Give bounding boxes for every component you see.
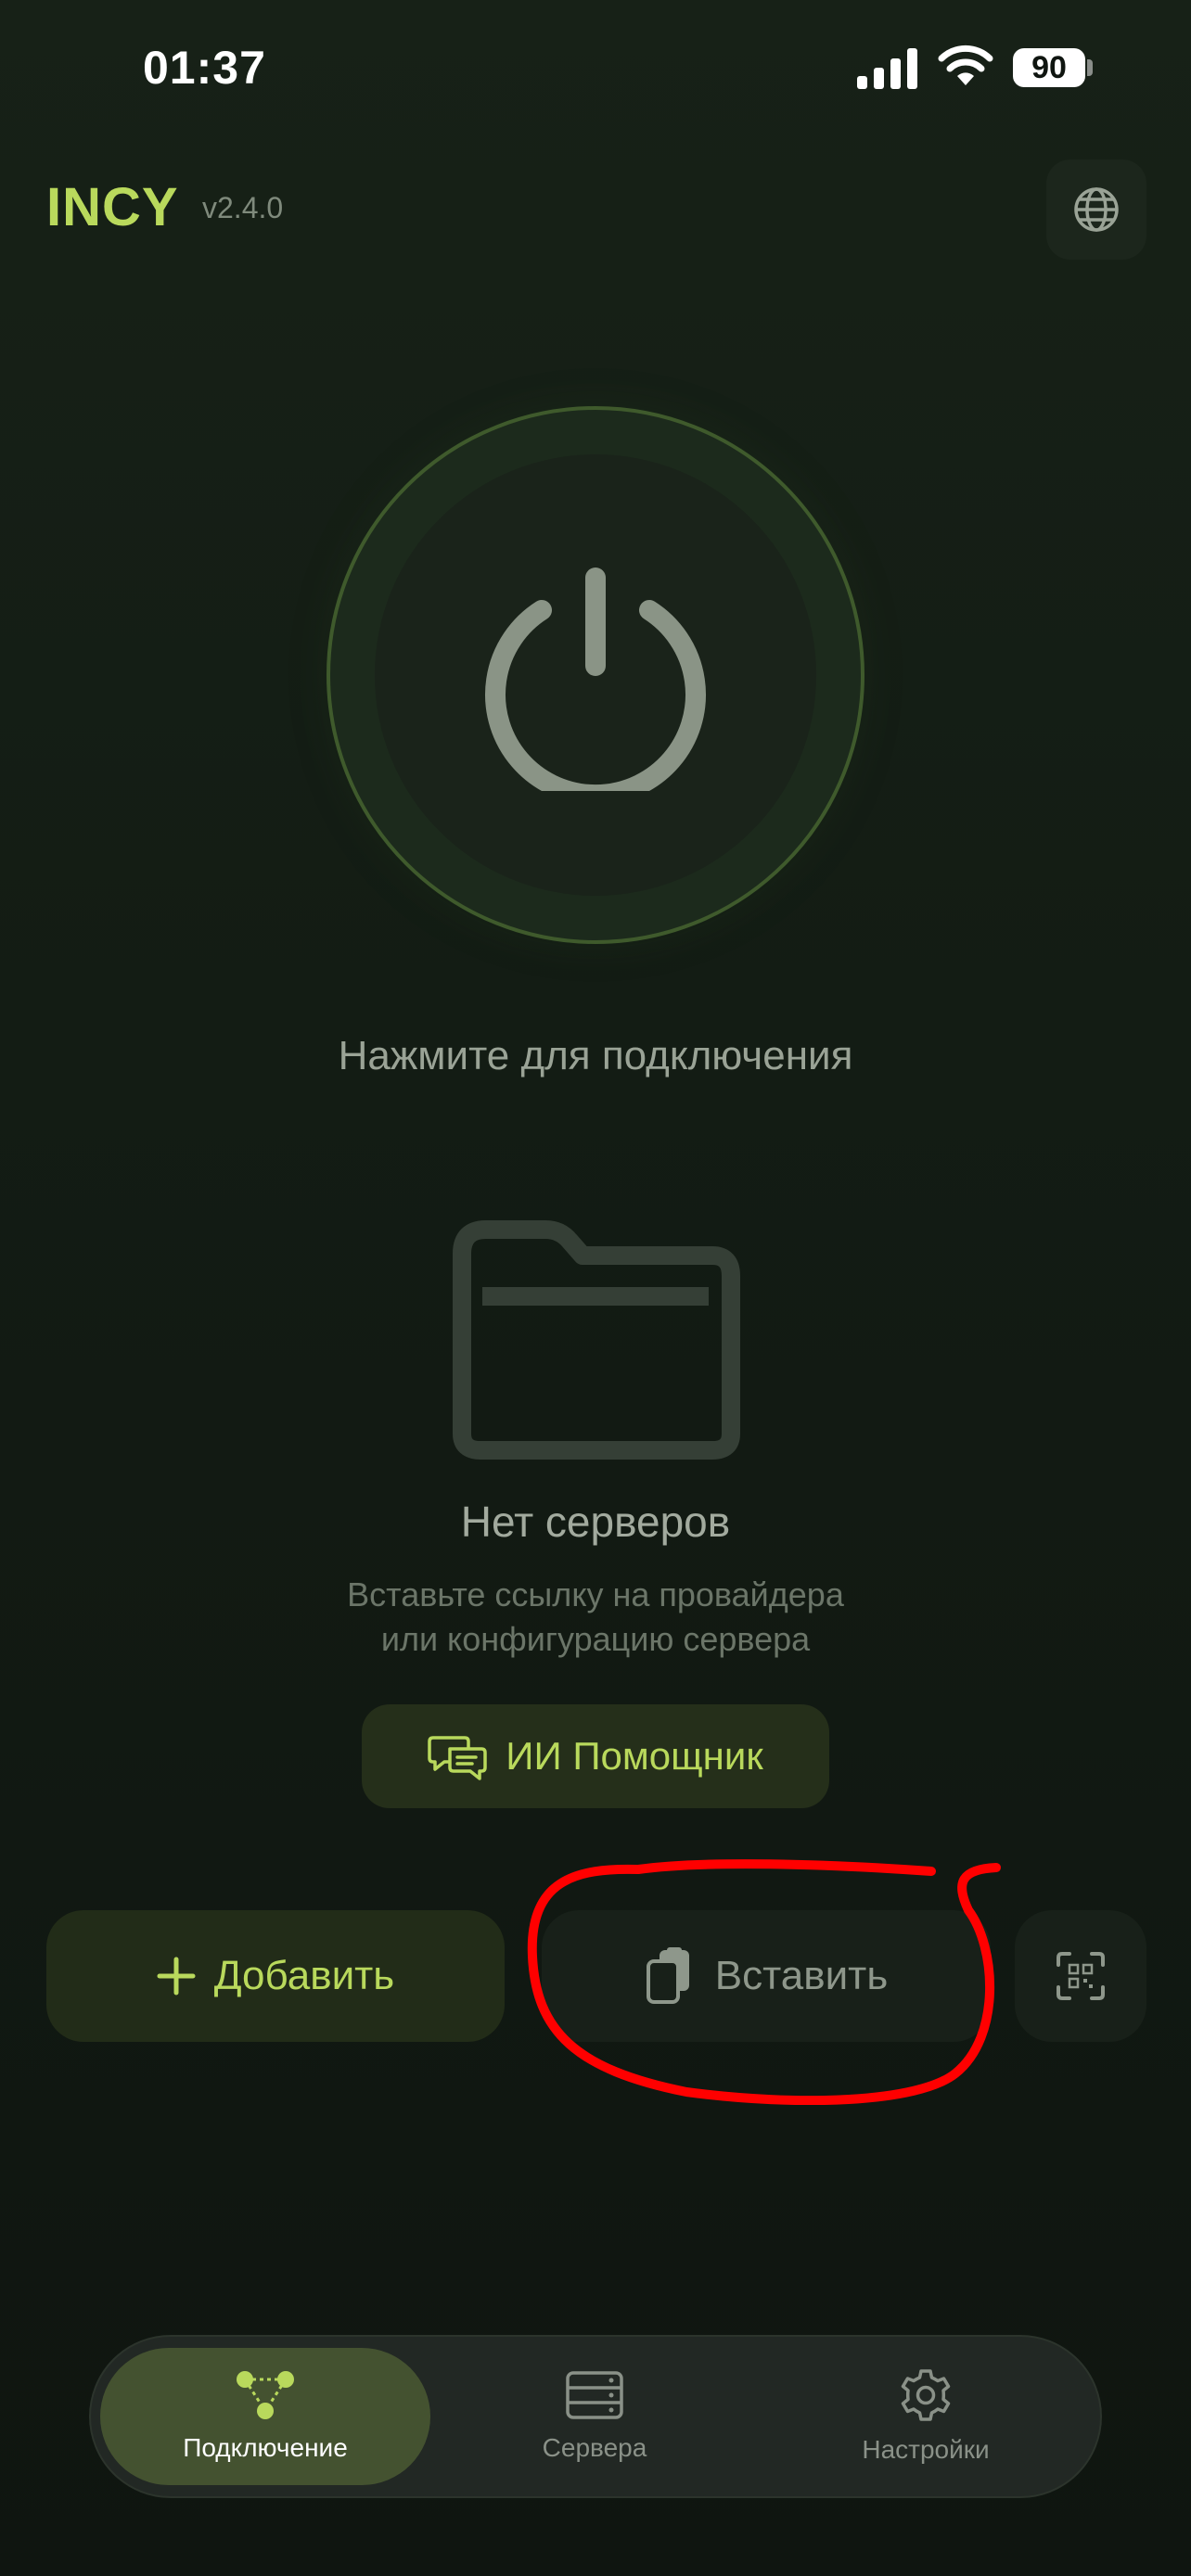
empty-subtitle-line-1: Вставьте ссылку на провайдера — [347, 1575, 844, 1613]
nav-item-servers[interactable]: Сервера — [455, 2348, 735, 2485]
gear-icon — [901, 2369, 951, 2421]
language-button[interactable] — [1046, 159, 1146, 260]
add-button[interactable]: Добавить — [46, 1910, 505, 2042]
ai-assistant-button[interactable]: ИИ Помощник — [362, 1704, 829, 1808]
connect-hint: Нажмите для подключения — [338, 1033, 853, 1078]
empty-subtitle: Вставьте ссылку на провайдера или конфиг… — [0, 1573, 1191, 1662]
server-rack-icon — [566, 2371, 623, 2419]
qr-scan-button[interactable] — [1015, 1910, 1146, 2042]
app-brand: INCY — [46, 177, 179, 237]
chat-bubbles-icon — [428, 1736, 488, 1780]
battery-icon: 90 — [1013, 48, 1085, 87]
app-version: v2.4.0 — [202, 191, 284, 224]
annotation-circle — [527, 1859, 1001, 2105]
empty-title: Нет серверов — [460, 1498, 731, 1546]
nav-label-servers: Сервера — [542, 2433, 647, 2462]
power-icon — [485, 567, 706, 791]
folder-icon — [453, 1220, 740, 1460]
nav-item-connection[interactable]: Подключение — [100, 2348, 430, 2485]
ai-assistant-label: ИИ Помощник — [506, 1734, 763, 1778]
connection-nodes-icon — [237, 2371, 294, 2419]
nav-item-settings[interactable]: Настройки — [785, 2348, 1067, 2485]
battery-level: 90 — [1031, 49, 1067, 85]
empty-subtitle-line-2: или конфигурацию сервера — [380, 1620, 811, 1658]
plus-icon — [157, 1957, 196, 1996]
qr-scan-icon — [1057, 1952, 1105, 2000]
power-button[interactable] — [375, 454, 816, 896]
wifi-icon — [938, 45, 993, 85]
add-label: Добавить — [213, 1953, 395, 1998]
nav-label-settings: Настройки — [862, 2435, 990, 2464]
signal-icon — [857, 48, 917, 89]
nav-label-connection: Подключение — [183, 2433, 348, 2462]
battery-tip — [1087, 59, 1093, 76]
globe-icon — [1074, 187, 1119, 232]
status-time: 01:37 — [143, 42, 266, 94]
